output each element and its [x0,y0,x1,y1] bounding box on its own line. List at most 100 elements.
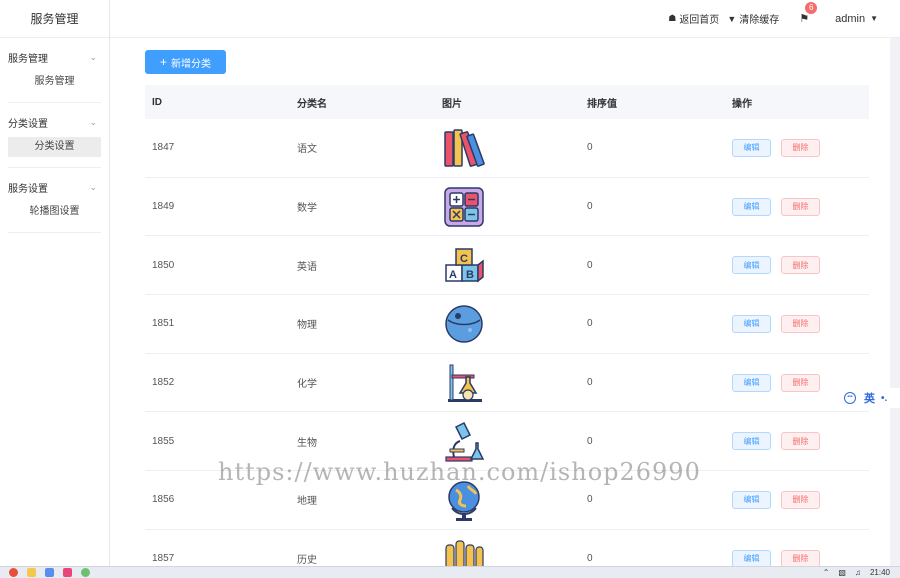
delete-button[interactable]: 删除 [781,256,820,275]
table-row: 1849 数学 0 编辑 删除 [145,178,869,237]
header-actions: 操作 [732,98,752,110]
brand-title: 服务管理 [0,0,109,38]
cell-image: ABC [435,243,580,287]
cell-image [435,537,580,566]
cell-actions: 编辑 删除 [725,197,869,216]
cell-id: 1856 [152,494,175,506]
broom-icon: ▼ [727,13,737,24]
chevron-down-icon: ⌄ [89,116,97,127]
abc-blocks-icon: ABC [442,243,486,287]
cell-actions: 编辑 删除 [725,314,869,333]
sidebar-item-category-settings[interactable]: 分类设置 [8,137,101,157]
menu-group-service: 服务管理 ⌄ 服务管理 [8,38,101,103]
table-row: 1851 物理 0 编辑 删除 [145,295,869,354]
edit-button[interactable]: 编辑 [732,373,771,392]
cell-sort: 0 [587,318,593,330]
home-link-label: 返回首页 [679,15,720,26]
menu-title-category[interactable]: 分类设置 ⌄ [8,111,101,133]
menu-title-label: 分类设置 [8,118,48,130]
cell-name: 化学 [297,379,317,391]
cell-actions: 编辑 删除 [725,432,869,451]
notification-bell[interactable]: ⚑ 6 [799,2,818,25]
watermark: https://www.huzhan.com/ishop26990 [218,458,701,486]
menu-title-label: 服务管理 [8,53,48,65]
cell-id: 1850 [152,259,175,271]
cell-name: 物理 [297,320,317,332]
cell-id: 1849 [152,201,175,213]
cell-sort: 0 [587,259,593,271]
edit-button[interactable]: 编辑 [732,490,771,509]
header-sort: 排序值 [587,98,617,110]
cell-image [435,185,580,229]
clock[interactable]: 21:40 [870,568,890,577]
cell-name: 英语 [297,261,317,273]
edit-button[interactable]: 编辑 [732,197,771,216]
cell-sort: 0 [587,435,593,447]
delete-button[interactable]: 删除 [781,197,820,216]
edit-button[interactable]: 编辑 [732,314,771,333]
svg-text:A: A [449,269,457,281]
cell-actions: 编辑 删除 [725,138,869,157]
cell-name: 地理 [297,496,317,508]
app-icon[interactable] [45,568,54,577]
calculator-icon [442,185,486,229]
svg-text:B: B [466,269,474,281]
menu-title-label: 服务设置 [8,183,48,195]
network-icon[interactable]: ▧ [838,568,846,577]
menu-title-service-settings[interactable]: 服务设置 ⌄ [8,176,101,198]
cell-id: 1857 [152,553,175,565]
cell-image [435,361,580,405]
app-icon[interactable] [81,568,90,577]
cell-name: 数学 [297,203,317,215]
volume-icon[interactable]: ♫ [855,568,861,577]
top-header: ☗ 返回首页 ▼ 清除缓存 ⚑ 6 admin ▼ [110,0,900,38]
cell-sort: 0 [587,142,593,154]
add-category-button[interactable]: + 新增分类 [145,50,226,74]
home-icon: ☗ [668,13,677,23]
lab-flask-icon [442,361,486,405]
menu-title-service[interactable]: 服务管理 ⌄ [8,46,101,68]
delete-button[interactable]: 删除 [781,314,820,333]
main-content: + 新增分类 ID 分类名 图片 排序值 操作 1847 语文 0 编辑 删除 1849 数… [110,38,890,566]
chevron-down-icon: ⌄ [89,181,97,192]
category-table: ID 分类名 图片 排序值 操作 1847 语文 0 编辑 删除 1849 数学 0 编辑 删除 1… [145,85,869,566]
ime-indicator[interactable]: ••• 英 •. [840,388,900,408]
sidebar-item-service-manage[interactable]: 服务管理 [8,72,101,92]
sidebar: 服务管理 服务管理 ⌄ 服务管理 分类设置 ⌄ 分类设置 服务设置 ⌄ 轮播图设… [0,0,110,566]
scrolls-icon [442,537,486,566]
header-id: ID [152,96,162,108]
folder-icon[interactable] [27,568,36,577]
home-link[interactable]: ☗ 返回首页 [668,11,719,26]
clear-cache-link[interactable]: ▼ 清除缓存 [727,11,780,27]
edit-button[interactable]: 编辑 [732,549,771,566]
tray-up-icon[interactable]: ⌃ [823,568,830,577]
delete-button[interactable]: 删除 [781,432,820,451]
header-image: 图片 [442,98,462,110]
app-icon[interactable] [63,568,72,577]
edit-button[interactable]: 编辑 [732,256,771,275]
edit-button[interactable]: 编辑 [732,138,771,157]
user-menu[interactable]: admin ▼ [835,13,878,25]
cell-actions: 编辑 删除 [725,549,869,566]
microscope-icon [442,419,486,463]
chrome-icon[interactable] [9,568,18,577]
ime-logo-icon: ••• [844,392,856,404]
notification-badge: 6 [805,2,818,14]
cell-image [435,302,580,346]
taskbar: ⌃ ▧ ♫ 21:40 [0,566,900,578]
cell-id: 1852 [152,377,175,389]
chevron-down-icon: ⌄ [89,51,97,62]
delete-button[interactable]: 删除 [781,549,820,566]
clear-cache-label: 清除缓存 [739,15,780,26]
scrollbar[interactable] [890,38,900,566]
delete-button[interactable]: 删除 [781,490,820,509]
sidebar-item-carousel[interactable]: 轮播图设置 [8,202,101,222]
cell-id: 1847 [152,142,175,154]
delete-button[interactable]: 删除 [781,138,820,157]
delete-button[interactable]: 删除 [781,373,820,392]
edit-button[interactable]: 编辑 [732,432,771,451]
table-header: ID 分类名 图片 排序值 操作 [145,85,869,119]
cell-name: 生物 [297,437,317,449]
bell-icon: ⚑ [799,13,810,25]
table-row: 1852 化学 0 编辑 删除 [145,354,869,413]
